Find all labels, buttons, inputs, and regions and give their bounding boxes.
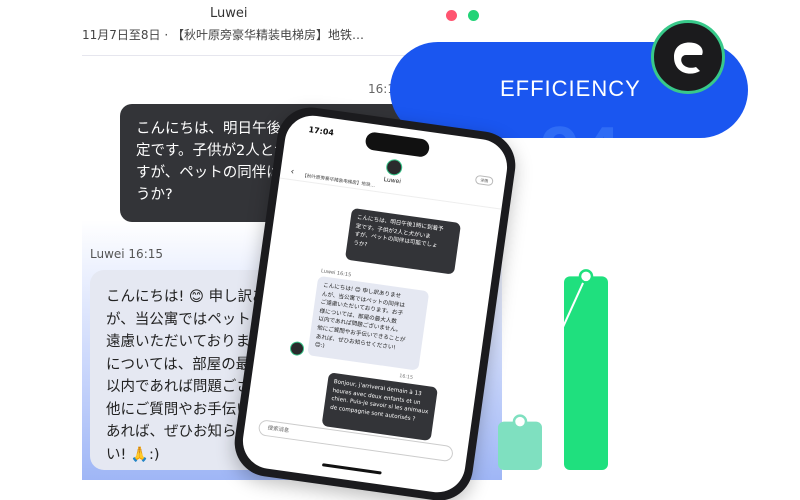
efficiency-label: EFFICIENCY bbox=[500, 76, 641, 101]
robot-face-icon bbox=[674, 42, 703, 74]
message-timestamp: 16:15 bbox=[398, 374, 414, 381]
home-indicator bbox=[321, 463, 382, 475]
reply-sender: Luwei 16:15 bbox=[90, 247, 164, 261]
window-maximize-dot[interactable] bbox=[468, 10, 479, 21]
dynamic-island bbox=[364, 131, 431, 158]
incoming-message-bubble: こんにちは! 😊 申し訳ありませ んが、当公寓ではペットの同伴は ご遠慮いただい… bbox=[307, 275, 430, 371]
window-close-dot[interactable] bbox=[446, 10, 457, 21]
contact-name: Luwei bbox=[210, 6, 248, 21]
details-button[interactable]: 详情 bbox=[474, 174, 494, 187]
efficiency-number: 94 bbox=[540, 112, 620, 138]
chart-bar-after bbox=[564, 276, 608, 470]
chart-point-after bbox=[578, 269, 594, 284]
avatar bbox=[289, 340, 305, 357]
status-bar-time: 17:04 bbox=[308, 125, 335, 138]
avatar bbox=[385, 158, 404, 177]
brand-logo bbox=[651, 20, 725, 94]
efficiency-bar-chart bbox=[498, 269, 608, 470]
promo-stage: Luwei 11月7日至8日 · 【秋叶原旁豪华精装电梯房】地铁… 16:13 … bbox=[0, 0, 800, 500]
chart-bar-before bbox=[498, 421, 542, 470]
chart-point-before bbox=[512, 414, 528, 429]
phone-mockup: 17:04 ‹ 详情 Luwei 【秋叶原旁豪华精装电梯房】地铁… こんにちは、… bbox=[230, 103, 520, 500]
conversation-subtitle: 11月7日至8日 · 【秋叶原旁豪华精装电梯房】地铁… bbox=[82, 28, 364, 42]
outgoing-message-bubble: こんにちは、明日午後1時に到着予 定です。子供が2人と犬がいま すが、ペットの同… bbox=[344, 207, 462, 275]
